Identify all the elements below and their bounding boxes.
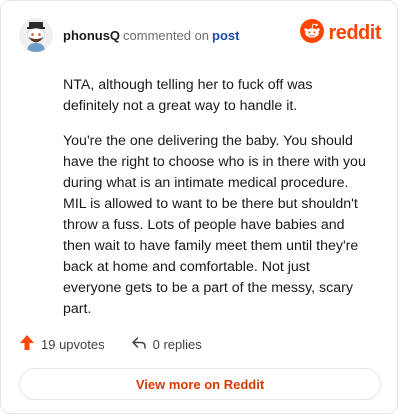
replies-stat[interactable]: 0 replies (131, 335, 202, 354)
username-link[interactable]: phonusQ (63, 28, 120, 43)
view-more-button[interactable]: View more on Reddit (19, 368, 381, 400)
comment-embed-card: phonusQ commented on post reddit NTA, alth… (0, 0, 398, 414)
action-text: commented on (123, 27, 210, 43)
brand-wordmark: reddit (328, 22, 381, 44)
comment-paragraph: You're the one delivering the baby. You … (63, 133, 366, 317)
post-link[interactable]: post (212, 28, 239, 43)
reddit-brand[interactable]: reddit (300, 19, 381, 48)
snoo-avatar-icon[interactable] (19, 18, 53, 52)
comment-paragraph: NTA, although telling her to fuck off wa… (63, 77, 313, 114)
reply-arrow-icon (131, 335, 147, 354)
replies-label: 0 replies (152, 336, 202, 352)
upvote-arrow-icon (19, 334, 35, 354)
comment-body: NTA, although telling her to fuck off wa… (63, 75, 369, 334)
reddit-logo-icon (300, 19, 325, 48)
upvotes-stat[interactable]: 19 upvotes (19, 334, 105, 354)
comment-meta: phonusQ commented on post (63, 28, 240, 43)
comment-stats: 19 upvotes 0 replies (19, 333, 202, 355)
upvotes-label: 19 upvotes (41, 336, 105, 352)
